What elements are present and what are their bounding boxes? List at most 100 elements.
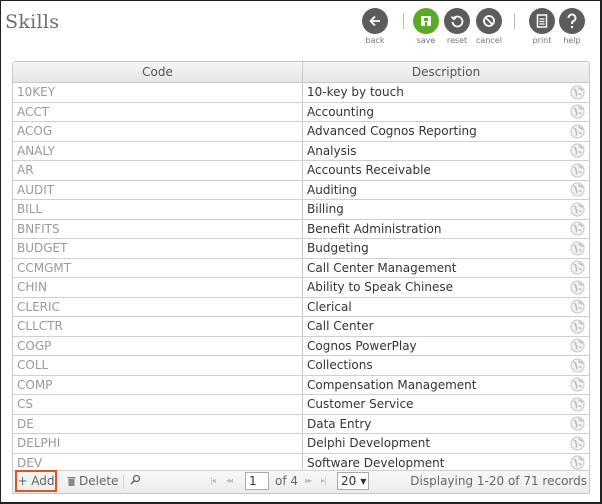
globe-icon[interactable]	[570, 163, 585, 178]
print-label: print	[532, 36, 552, 45]
globe-icon[interactable]	[570, 260, 585, 275]
last-page-icon[interactable]: ▸|	[321, 476, 327, 485]
table-row[interactable]: ANALY Analysis	[13, 141, 589, 161]
globe-icon[interactable]	[570, 202, 585, 217]
toolbar-divider	[403, 13, 404, 29]
table-row[interactable]: CLLCTR Call Center	[13, 317, 589, 337]
globe-icon[interactable]	[570, 455, 585, 470]
cell-description: Compensation Management	[303, 376, 589, 395]
page-size-select[interactable]: 20 ▼	[337, 472, 369, 490]
prev-page-icon[interactable]: ◂◂	[226, 476, 233, 485]
description-text: Data Entry	[307, 416, 372, 431]
cell-code: BNFITS	[13, 219, 303, 238]
grid-header: Code Description	[13, 62, 589, 83]
globe-icon[interactable]	[570, 104, 585, 119]
save-label: save	[416, 36, 436, 45]
reset-label: reset	[446, 36, 468, 45]
globe-icon[interactable]	[570, 299, 585, 314]
cell-description: Customer Service	[303, 395, 589, 414]
cancel-label: cancel	[476, 36, 502, 45]
description-text: Cognos PowerPlay	[307, 338, 417, 353]
description-text: Call Center	[307, 319, 374, 334]
cell-description: Clerical	[303, 298, 589, 317]
globe-icon[interactable]	[570, 85, 585, 100]
cell-code: CCMGMT	[13, 258, 303, 277]
floppy-disk-icon	[421, 16, 431, 26]
globe-icon[interactable]	[570, 280, 585, 295]
table-row[interactable]: COLL Collections	[13, 356, 589, 376]
help-label: help	[563, 36, 581, 45]
reset-button[interactable]: reset	[441, 8, 473, 45]
table-row[interactable]: ACCT Accounting	[13, 102, 589, 122]
cell-description: Call Center Management	[303, 259, 589, 278]
globe-icon[interactable]	[570, 143, 585, 158]
globe-icon[interactable]	[570, 397, 585, 412]
table-row[interactable]: CCMGMT Call Center Management	[13, 258, 589, 278]
globe-icon[interactable]	[570, 124, 585, 139]
description-text: Analysis	[307, 143, 357, 158]
globe-icon[interactable]	[570, 436, 585, 451]
save-button[interactable]: save	[410, 8, 442, 45]
cell-code: BUDGET	[13, 239, 303, 258]
globe-icon[interactable]	[570, 319, 585, 334]
globe-icon[interactable]	[570, 416, 585, 431]
table-row[interactable]: AR Accounts Receivable	[13, 161, 589, 181]
cell-code: ANALY	[13, 141, 303, 160]
back-button[interactable]: back	[359, 8, 391, 45]
cancel-button[interactable]: cancel	[473, 8, 505, 45]
table-row[interactable]: BILL Billing	[13, 200, 589, 220]
search-button[interactable]	[130, 474, 141, 488]
cell-description: Accounting	[303, 103, 589, 122]
add-button[interactable]: + Add	[15, 470, 57, 492]
page-size-value: 20	[341, 474, 357, 488]
description-text: Software Development	[307, 455, 445, 470]
table-row[interactable]: BNFITS Benefit Administration	[13, 219, 589, 239]
column-header-code[interactable]: Code	[13, 62, 303, 82]
page-number-input[interactable]	[245, 472, 269, 490]
next-page-icon[interactable]: ▸▸	[305, 476, 312, 485]
question-mark-icon	[567, 13, 577, 29]
table-row[interactable]: COMP Compensation Management	[13, 375, 589, 395]
table-row[interactable]: CS Customer Service	[13, 395, 589, 415]
table-row[interactable]: DE Data Entry	[13, 414, 589, 434]
toolbar-divider	[514, 13, 515, 29]
globe-icon[interactable]	[570, 338, 585, 353]
description-text: Clerical	[307, 299, 352, 314]
table-row[interactable]: BUDGET Budgeting	[13, 239, 589, 259]
table-row[interactable]: AUDIT Auditing	[13, 180, 589, 200]
document-icon	[536, 14, 548, 28]
table-row[interactable]: CHIN Ability to Speak Chinese	[13, 278, 589, 298]
table-row[interactable]: ACOG Advanced Cognos Reporting	[13, 122, 589, 142]
column-header-description[interactable]: Description	[303, 62, 589, 82]
description-text: Ability to Speak Chinese	[307, 280, 453, 295]
globe-icon[interactable]	[570, 221, 585, 236]
print-button[interactable]: print	[526, 8, 558, 45]
chevron-down-icon: ▼	[360, 476, 367, 486]
cell-code: COLL	[13, 356, 303, 375]
records-summary: Displaying 1-20 of 71 records	[410, 474, 587, 488]
cell-description: Analysis	[303, 142, 589, 161]
cell-code: ACOG	[13, 122, 303, 141]
table-row[interactable]: COGP Cognos PowerPlay	[13, 336, 589, 356]
globe-icon[interactable]	[570, 358, 585, 373]
description-text: Customer Service	[307, 397, 414, 412]
pager-divider	[123, 475, 124, 489]
first-page-icon[interactable]: |◂	[210, 476, 216, 485]
cell-code: BILL	[13, 200, 303, 219]
table-row[interactable]: DELPHI Delphi Development	[13, 434, 589, 454]
description-text: Benefit Administration	[307, 221, 442, 236]
globe-icon[interactable]	[570, 241, 585, 256]
help-button[interactable]: help	[556, 8, 588, 45]
globe-icon[interactable]	[570, 377, 585, 392]
delete-button[interactable]: Delete	[67, 474, 118, 488]
grid-body: 10KEY 10-key by touch ACCT Accounting ACOG Ad…	[13, 83, 589, 473]
search-icon	[130, 474, 141, 485]
globe-icon[interactable]	[570, 182, 585, 197]
cell-code: CLERIC	[13, 297, 303, 316]
cell-code: ACCT	[13, 102, 303, 121]
table-row[interactable]: CLERIC Clerical	[13, 297, 589, 317]
table-row[interactable]: 10KEY 10-key by touch	[13, 83, 589, 103]
cell-description: Delphi Development	[303, 434, 589, 453]
cell-code: 10KEY	[13, 83, 303, 102]
cell-code: CHIN	[13, 278, 303, 297]
